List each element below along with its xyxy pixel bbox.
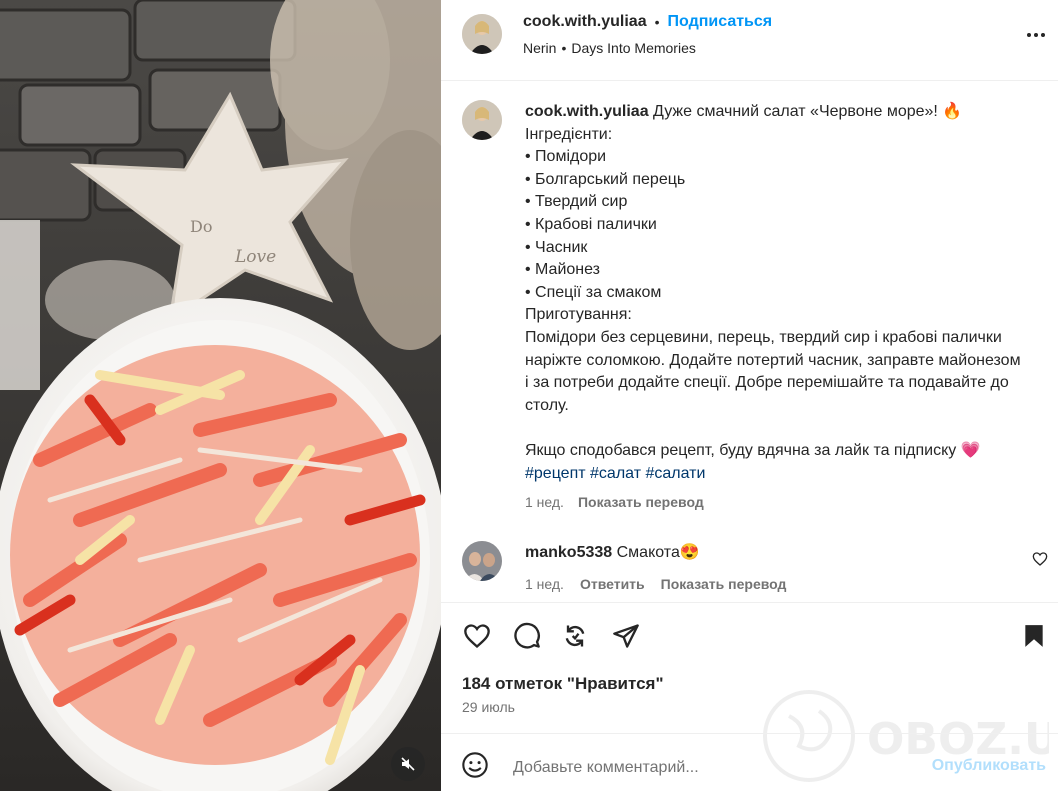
more-dot: [1034, 33, 1038, 37]
closing-text: Якщо сподобався рецепт, буду вдячна за л…: [525, 441, 981, 459]
caption-author-avatar[interactable]: [462, 100, 502, 140]
salad-photo: Do Love: [0, 0, 441, 791]
caption-username[interactable]: cook.with.yuliaa: [525, 103, 649, 120]
repost-icon: [565, 625, 585, 647]
more-dot: [1027, 33, 1031, 37]
decor-text-love: Love: [234, 247, 276, 267]
ingredient-item: • Помідори: [525, 148, 607, 166]
commenter-avatar[interactable]: [462, 541, 502, 581]
likes-count[interactable]: 184 отметок "Нравится": [462, 674, 664, 694]
share-button[interactable]: [610, 620, 642, 652]
commenter-username[interactable]: manko5338: [525, 544, 612, 561]
post-media[interactable]: Do Love: [0, 0, 441, 791]
comment-text: Смакота😍: [616, 544, 700, 561]
follow-button[interactable]: Подписаться: [668, 13, 773, 31]
comment-time[interactable]: 1 нед.: [525, 576, 564, 592]
author-username[interactable]: cook.with.yuliaa: [523, 13, 647, 31]
heart-outline-icon: [1032, 552, 1048, 566]
decor-text-do: Do: [190, 217, 212, 236]
more-dot: [1041, 33, 1045, 37]
like-button[interactable]: [461, 620, 493, 652]
post-date: 29 июль: [462, 699, 515, 715]
ingredients-heading: Інгредієнти:: [525, 125, 613, 143]
comment-button[interactable]: [511, 620, 543, 652]
comment-bar-divider: [441, 733, 1058, 734]
comment-bubble-icon: [514, 622, 540, 649]
heart-icon: [464, 624, 490, 649]
more-options-button[interactable]: [1022, 25, 1050, 45]
ingredient-item: • Твердий сир: [525, 193, 628, 211]
save-button[interactable]: [1018, 620, 1050, 652]
comment-like-button[interactable]: [1032, 551, 1048, 567]
author-avatar[interactable]: [462, 14, 502, 54]
ingredient-item: • Часник: [525, 238, 588, 256]
ingredient-item: • Крабові палички: [525, 215, 657, 233]
bookmark-filled-icon: [1025, 625, 1043, 647]
audio-info[interactable]: Nerin • Days Into Memories: [523, 40, 696, 56]
caption-meta: 1 нед. Показать перевод: [525, 494, 704, 510]
send-icon: [613, 624, 639, 648]
comment-body: manko5338 Смакота😍: [525, 542, 700, 562]
mute-button[interactable]: [391, 747, 425, 781]
caption-translate-link[interactable]: Показать перевод: [578, 494, 704, 510]
repost-button[interactable]: [559, 620, 591, 652]
post-header: cook.with.yuliaa • Подписаться Nerin • D…: [441, 0, 1058, 81]
caption-time[interactable]: 1 нед.: [525, 494, 564, 510]
reply-button[interactable]: Ответить: [580, 576, 645, 592]
separator-dot: •: [654, 14, 660, 30]
audio-track: Days Into Memories: [571, 40, 696, 56]
emoji-smiley-icon: [462, 752, 488, 778]
emoji-button[interactable]: [461, 751, 493, 783]
ingredient-item: • Болгарський перець: [525, 170, 686, 188]
ingredient-item: • Спеції за смаком: [525, 283, 662, 301]
actions-divider: [441, 602, 1058, 603]
post-caption: cook.with.yuliaa Дуже смачний салат «Чер…: [525, 101, 1025, 485]
add-comment-input[interactable]: [511, 755, 905, 781]
method-text: Помідори без серцевини, перець, твердий …: [525, 328, 1021, 414]
comment-translate-link[interactable]: Показать перевод: [661, 576, 787, 592]
hashtags-link[interactable]: #рецепт #салат #салати: [525, 465, 705, 482]
publish-button[interactable]: Опубликовать: [932, 757, 1046, 775]
comment-meta: 1 нед. Ответить Показать перевод: [525, 576, 786, 592]
audio-separator: •: [561, 40, 567, 56]
post-details-panel: cook.with.yuliaa • Подписаться Nerin • D…: [441, 0, 1058, 791]
audio-artist: Nerin: [523, 40, 557, 56]
ingredient-item: • Майонез: [525, 261, 601, 279]
speaker-muted-icon: [401, 757, 415, 771]
caption-title: Дуже смачний салат «Червоне море»! 🔥: [653, 103, 963, 120]
method-heading: Приготування:: [525, 306, 632, 324]
